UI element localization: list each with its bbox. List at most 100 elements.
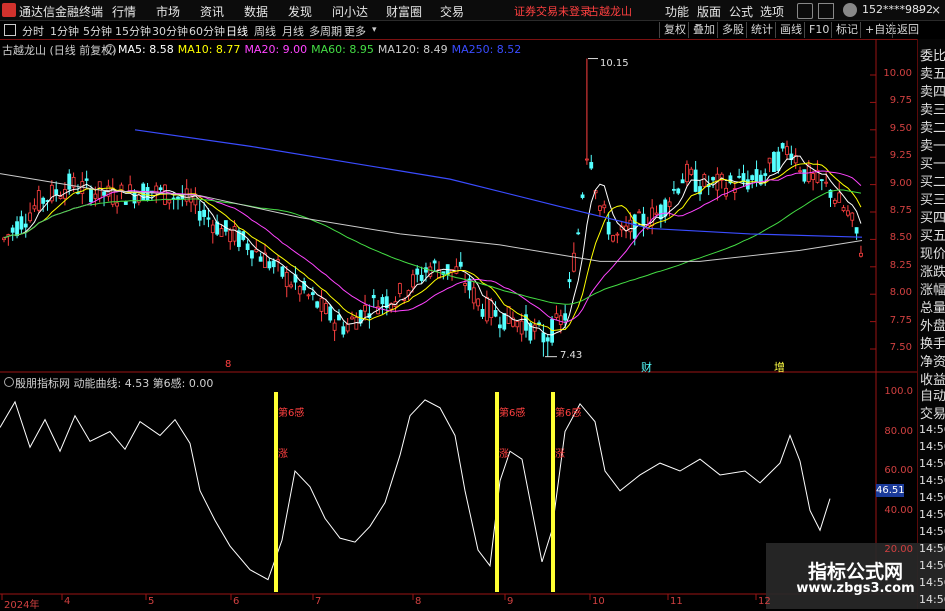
ma-legend: MA5: 8.58 MA10: 8.77 MA20: 9.00 MA60: 8.95 M… [118,42,525,56]
btn-back[interactable]: 返回 [892,22,923,38]
period-monthly[interactable]: 月线 [282,23,304,39]
menu-zixun[interactable]: 资讯 [200,3,224,20]
candle-body [767,157,772,164]
price-tick-label: 7.75 [889,314,912,326]
ma-legend-item: MA120: 8.49 [377,43,448,56]
menu-caifuquan[interactable]: 财富圈 [386,3,422,20]
candle-body [576,232,581,235]
price-tick-label: 9.00 [889,177,912,189]
price-panel [0,58,876,600]
event-marker-cai[interactable]: 财 [641,359,652,375]
candle-body [658,204,663,220]
candle-body [637,211,641,214]
more-dropdown-icon[interactable]: ▾ [372,25,377,35]
candle-body [602,204,607,209]
candle-body [250,250,254,259]
candle-body [67,173,72,190]
quote-label[interactable]: 买四 [920,207,945,226]
quote-label[interactable]: 买一 [920,153,945,172]
period-30min[interactable]: 30分钟 [152,23,188,39]
quote-label[interactable]: 自动 [920,385,945,404]
kline-chart[interactable] [0,39,917,609]
high-price-label: 10.15 [600,58,629,69]
menu-hangqing[interactable]: 行情 [112,3,136,20]
signal-label: 第6感 [555,408,582,419]
menu-gongshi[interactable]: 公式 [729,3,753,20]
mail-icon[interactable] [797,3,813,19]
menu-shichang[interactable]: 市场 [156,3,180,20]
candle-body [798,170,802,173]
quote-label[interactable]: 外盘 [920,315,945,334]
btn-duogu[interactable]: 多股 [717,22,748,38]
menu-banmian[interactable]: 版面 [697,3,721,20]
period-daily[interactable]: 日线 [226,23,248,39]
candle-body [2,237,6,241]
user-avatar-icon[interactable] [843,3,857,17]
signal-bar [274,392,278,592]
screen-icon[interactable] [818,3,834,19]
quote-label[interactable]: 买二 [920,171,945,190]
btn-f10[interactable]: F10 [804,22,833,38]
quote-label[interactable]: 卖三 [920,99,945,118]
candle-body [54,189,59,195]
btn-tongji[interactable]: 统计 [746,22,777,38]
candle-body [598,205,602,211]
period-15min[interactable]: 15分钟 [115,23,151,39]
indicator-settings-icon[interactable] [4,377,14,387]
quote-label[interactable]: 现价 [920,243,945,262]
quote-label[interactable]: 换手 [920,333,945,352]
quote-label[interactable]: 卖一 [920,135,945,154]
candle-body [102,191,106,196]
login-warning[interactable]: 证券交易未登录 [514,3,591,19]
period-multi[interactable]: 多周期 [309,23,342,39]
candle-body [750,175,755,181]
candle-body [228,229,233,243]
btn-fuquan[interactable]: 复权 [659,22,690,38]
quote-label[interactable]: 委比 [920,45,945,64]
price-tick-label: 9.50 [889,122,912,134]
quote-label[interactable]: 卖二 [920,117,945,136]
quote-label[interactable]: 卖四 [920,81,945,100]
btn-huaxian[interactable]: 画线 [775,22,806,38]
quote-label[interactable]: 涨跌 [920,261,945,280]
menu-xuanxiang[interactable]: 选项 [760,3,784,20]
candle-body [506,306,511,324]
candle-body [219,228,224,237]
minimize-button[interactable]: - [912,2,928,18]
event-marker-zeng[interactable]: 增 [774,359,785,375]
menu-gongneng[interactable]: 功能 [665,3,689,20]
quote-label[interactable]: 涨幅 [920,279,945,298]
period-weekly[interactable]: 周线 [254,23,276,39]
period-5min[interactable]: 5分钟 [83,23,112,39]
btn-biaoji[interactable]: 标记 [831,22,862,38]
quote-label[interactable]: 卖五 [920,63,945,82]
trade-time: 14:56 [919,423,945,436]
menu-shuju[interactable]: 数据 [244,3,268,20]
indicator-tick-label: 100.0 [884,386,913,397]
menu-faxian[interactable]: 发现 [288,3,312,20]
quote-label[interactable]: 买三 [920,189,945,208]
menu-jiaoyi[interactable]: 交易 [440,3,464,20]
ma-legend-item: MA20: 9.00 [244,43,308,56]
candle-body [28,212,33,222]
quote-label[interactable]: 净资 [920,351,945,370]
menu-wenxiaoda[interactable]: 问小达 [332,3,368,20]
candle-body [846,210,850,216]
quote-label[interactable]: 买五 [920,225,945,244]
period-1min[interactable]: 1分钟 [50,23,79,39]
period-60min[interactable]: 60分钟 [189,23,225,39]
trade-time: 14:56 [919,491,945,504]
close-button[interactable]: × [928,2,944,18]
candle-body [676,188,681,194]
price-tick-label: 9.75 [889,95,912,107]
period-more[interactable]: 更多 [344,23,366,39]
candle-body [297,286,302,295]
period-fenshi[interactable]: 分时 [22,23,44,39]
quote-label[interactable]: 总量 [920,297,945,316]
quote-label[interactable]: 交易 [920,403,945,422]
menu-toggle-icon[interactable] [4,24,16,36]
candle-body [567,279,572,283]
btn-diejia[interactable]: 叠加 [688,22,719,38]
legend-settings-icon[interactable] [105,44,115,54]
candle-body [554,313,559,318]
